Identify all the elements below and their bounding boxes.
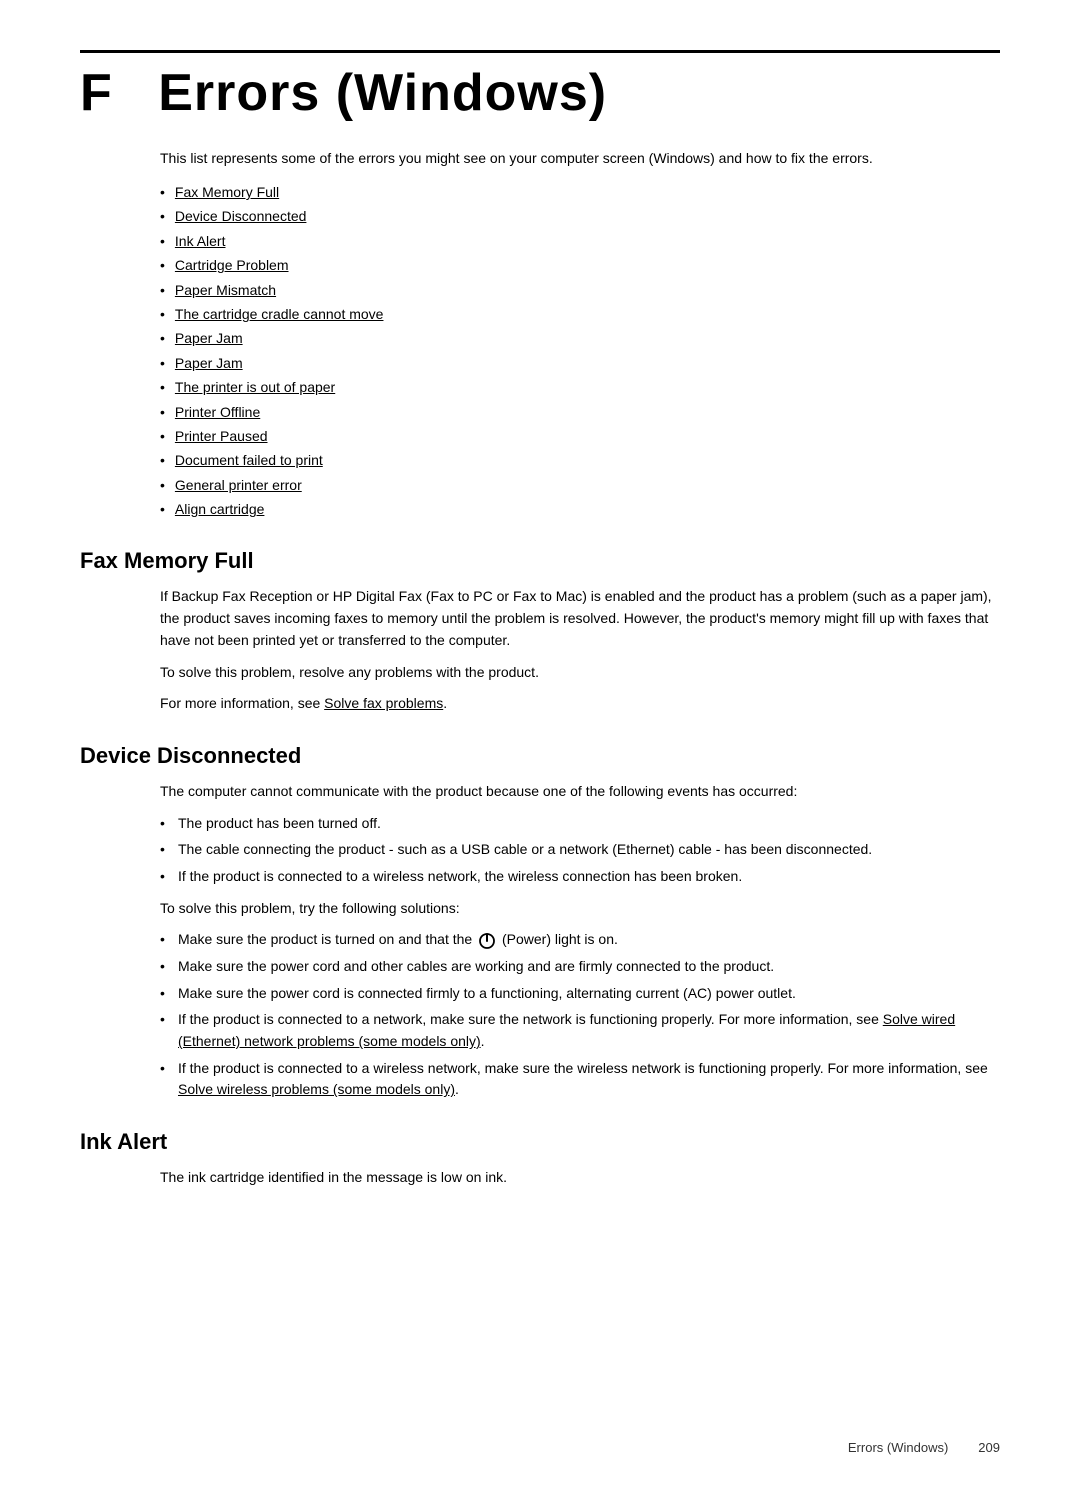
toc-link[interactable]: Paper Jam — [175, 330, 243, 346]
top-border — [80, 50, 1000, 53]
section-body-fax-memory-full: If Backup Fax Reception or HP Digital Fa… — [160, 586, 1000, 714]
toc-item[interactable]: The printer is out of paper — [160, 376, 1000, 398]
toc-item[interactable]: General printer error — [160, 474, 1000, 496]
toc-link[interactable]: Printer Offline — [175, 404, 260, 420]
toc-link[interactable]: Ink Alert — [175, 233, 226, 249]
footer-section-label: Errors (Windows) — [848, 1440, 948, 1455]
chapter-title: F Errors (Windows) — [80, 63, 1000, 123]
list-item: Make sure the power cord and other cable… — [160, 956, 1000, 978]
device-disconnected-intro: The computer cannot communicate with the… — [160, 781, 1000, 803]
toc-link[interactable]: Fax Memory Full — [175, 184, 279, 200]
table-of-contents: Fax Memory Full Device Disconnected Ink Al… — [160, 181, 1000, 520]
toc-item[interactable]: Align cartridge — [160, 498, 1000, 520]
toc-item[interactable]: Document failed to print — [160, 449, 1000, 471]
list-item: The cable connecting the product - such … — [160, 839, 1000, 861]
toc-item[interactable]: Cartridge Problem — [160, 254, 1000, 276]
power-icon — [478, 932, 496, 950]
toc-item[interactable]: Printer Paused — [160, 425, 1000, 447]
ink-alert-para-1: The ink cartridge identified in the mess… — [160, 1167, 1000, 1189]
toc-link[interactable]: General printer error — [175, 477, 302, 493]
device-disconnected-solutions-list: Make sure the product is turned on and t… — [160, 929, 1000, 1101]
section-heading-ink-alert: Ink Alert — [80, 1129, 1000, 1155]
fax-memory-para-1: If Backup Fax Reception or HP Digital Fa… — [160, 586, 1000, 651]
toc-link[interactable]: Document failed to print — [175, 452, 323, 468]
section-heading-fax-memory-full: Fax Memory Full — [80, 548, 1000, 574]
section-body-ink-alert: The ink cartridge identified in the mess… — [160, 1167, 1000, 1189]
footer-page-number: 209 — [978, 1440, 1000, 1455]
toc-item[interactable]: Device Disconnected — [160, 205, 1000, 227]
list-item: If the product is connected to a wireles… — [160, 1058, 1000, 1101]
list-item: If the product is connected to a network… — [160, 1009, 1000, 1052]
toc-link[interactable]: Paper Jam — [175, 355, 243, 371]
list-item: The product has been turned off. — [160, 813, 1000, 835]
list-item: If the product is connected to a wireles… — [160, 866, 1000, 888]
toc-link[interactable]: Paper Mismatch — [175, 282, 276, 298]
section-heading-device-disconnected: Device Disconnected — [80, 743, 1000, 769]
toc-link[interactable]: Printer Paused — [175, 428, 268, 444]
toc-item[interactable]: Paper Mismatch — [160, 279, 1000, 301]
solve-wired-link[interactable]: Solve wired (Ethernet) network problems … — [178, 1011, 955, 1049]
intro-paragraph: This list represents some of the errors … — [160, 148, 1000, 169]
page-container: F Errors (Windows) This list represents … — [0, 0, 1080, 1279]
toc-item[interactable]: Paper Jam — [160, 327, 1000, 349]
device-disconnected-solve-intro: To solve this problem, try the following… — [160, 898, 1000, 920]
page-footer: Errors (Windows) 209 — [848, 1440, 1000, 1455]
toc-item[interactable]: Printer Offline — [160, 401, 1000, 423]
fax-memory-para-2: To solve this problem, resolve any probl… — [160, 662, 1000, 684]
solve-fax-problems-link[interactable]: Solve fax problems — [324, 695, 443, 711]
toc-link[interactable]: Align cartridge — [175, 501, 265, 517]
chapter-letter: F — [80, 64, 113, 122]
toc-item[interactable]: Ink Alert — [160, 230, 1000, 252]
device-disconnected-causes-list: The product has been turned off. The cab… — [160, 813, 1000, 888]
list-item: Make sure the product is turned on and t… — [160, 929, 1000, 951]
toc-item[interactable]: The cartridge cradle cannot move — [160, 303, 1000, 325]
solve-wireless-link[interactable]: Solve wireless problems (some models onl… — [178, 1081, 455, 1097]
toc-item[interactable]: Fax Memory Full — [160, 181, 1000, 203]
toc-link[interactable]: The printer is out of paper — [175, 379, 335, 395]
fax-memory-para-3: For more information, see Solve fax prob… — [160, 693, 1000, 715]
section-body-device-disconnected: The computer cannot communicate with the… — [160, 781, 1000, 1101]
list-item: Make sure the power cord is connected fi… — [160, 983, 1000, 1005]
toc-link[interactable]: The cartridge cradle cannot move — [175, 306, 384, 322]
toc-item[interactable]: Paper Jam — [160, 352, 1000, 374]
toc-link[interactable]: Device Disconnected — [175, 208, 307, 224]
toc-link[interactable]: Cartridge Problem — [175, 257, 289, 273]
chapter-title-text: Errors (Windows) — [158, 64, 607, 122]
